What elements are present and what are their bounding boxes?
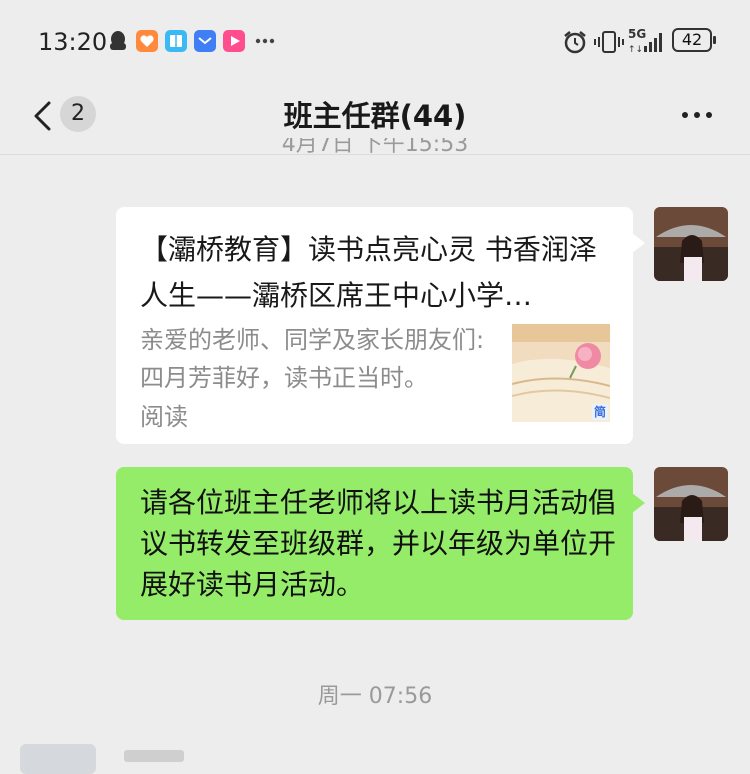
link-card-message[interactable]: 【灞桥教育】读书点亮心灵 书香润泽人生——灞桥区席王中心小学… 亲爱的老师、同学… — [116, 207, 645, 444]
vibrate-icon — [594, 31, 624, 53]
heart-app-icon — [136, 30, 158, 52]
text-message-bubble[interactable]: 请各位班主任老师将以上读书月活动倡议书转发至班级群，并以年级为单位开展好读书月活… — [116, 467, 645, 620]
chat-title: 班主任群(44) — [283, 99, 467, 133]
more-dot-icon — [706, 112, 712, 118]
next-message-avatar[interactable] — [20, 744, 96, 774]
sender-avatar[interactable] — [654, 467, 728, 541]
video-app-icon — [223, 30, 245, 52]
mail-app-icon — [194, 30, 216, 52]
more-dots-icon — [255, 38, 275, 44]
more-dot-icon — [694, 112, 700, 118]
simplified-badge: 简 — [592, 404, 608, 420]
more-dot-icon — [682, 112, 688, 118]
status-bar: 13:20 5G ↑↓ 42 — [0, 0, 750, 80]
qq-icon — [110, 31, 126, 50]
status-time: 13:20 — [38, 28, 108, 56]
book-app-icon — [165, 30, 187, 52]
link-card-read-label: 阅读 — [140, 403, 188, 431]
svg-text:↑↓: ↑↓ — [628, 45, 643, 54]
link-card-description: 亲爱的老师、同学及家长朋友们: 四月芳菲好，读书正当时。 — [140, 326, 485, 392]
next-message-name — [124, 750, 184, 762]
timestamp-divider: 周一 07:56 — [317, 684, 433, 709]
timestamp-partial: 4月7日 下午15:53 — [281, 138, 469, 157]
more-options-button[interactable] — [670, 100, 720, 130]
battery-indicator: 42 — [672, 28, 716, 52]
signal-icon: ↑↓ — [628, 33, 662, 54]
link-card-title: 【灞桥教育】读书点亮心灵 书香润泽人生——灞桥区席王中心小学… — [140, 233, 597, 312]
message-text: 请各位班主任老师将以上读书月活动倡议书转发至班级群，并以年级为单位开展好读书月活… — [140, 486, 617, 601]
link-card-thumbnail: 简 — [512, 324, 610, 422]
sender-avatar[interactable] — [654, 207, 728, 281]
alarm-icon — [564, 31, 586, 54]
